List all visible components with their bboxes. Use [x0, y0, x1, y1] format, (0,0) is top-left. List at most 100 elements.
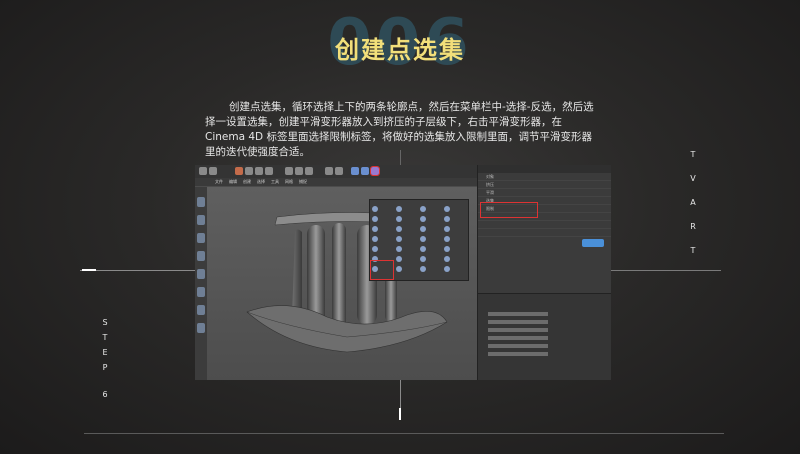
label-letter: V [690, 174, 696, 183]
dropdown-item[interactable] [396, 234, 420, 243]
dropdown-item[interactable] [444, 234, 468, 243]
dropdown-item[interactable] [420, 224, 444, 233]
menu-item[interactable]: 工具 [271, 179, 279, 185]
dropdown-item[interactable] [396, 204, 420, 213]
dropdown-item[interactable] [372, 224, 396, 233]
y-axis-icon[interactable] [295, 167, 303, 175]
dropdown-item[interactable] [372, 214, 396, 223]
pen-icon[interactable] [361, 167, 369, 175]
dropdown-item[interactable] [420, 264, 444, 273]
object-row[interactable] [478, 229, 611, 237]
selection-highlight [370, 260, 394, 280]
tool-icon[interactable] [197, 269, 205, 279]
value-slider[interactable] [488, 320, 548, 324]
divider-line [84, 433, 724, 434]
select-icon[interactable] [235, 167, 243, 175]
cube-icon[interactable] [351, 167, 359, 175]
attr-row[interactable] [478, 326, 611, 334]
dropdown-item[interactable] [444, 264, 468, 273]
dropdown-item[interactable] [372, 234, 396, 243]
menu-item[interactable]: 创建 [243, 179, 251, 185]
description: 创建点选集，循环选择上下的两条轮廓点，然后在菜单栏中-选择-反选，然后选 择一设… [205, 100, 600, 160]
dropdown-item[interactable] [372, 204, 396, 213]
z-axis-icon[interactable] [305, 167, 313, 175]
redo-icon[interactable] [209, 167, 217, 175]
menu-item[interactable]: 编辑 [229, 179, 237, 185]
object-row[interactable]: 对象 [478, 173, 611, 181]
dropdown-item[interactable] [396, 224, 420, 233]
deformer-icon [420, 255, 426, 262]
description-line: 择一设置选集，创建平滑变形器放入到挤压的子层级下，右击平滑变形器，在 [205, 116, 562, 128]
attr-row[interactable] [478, 350, 611, 358]
dropdown-item[interactable] [420, 244, 444, 253]
scale-icon[interactable] [255, 167, 263, 175]
dropdown-item[interactable] [396, 254, 420, 263]
tool-icon[interactable] [197, 233, 205, 243]
deformer-icon [372, 205, 378, 212]
value-slider[interactable] [488, 344, 548, 348]
dropdown-item[interactable] [444, 224, 468, 233]
object-row[interactable]: 平滑 [478, 189, 611, 197]
right-vertical-label: T V A R T [688, 150, 698, 255]
menu-bar: 文件 编辑 创建 选择 工具 网格 捕捉 [195, 178, 477, 186]
menu-item[interactable]: 网格 [285, 179, 293, 185]
deformer-icon [396, 215, 402, 222]
dropdown-item[interactable] [420, 214, 444, 223]
divider-accent [82, 269, 96, 271]
3d-viewport[interactable] [207, 187, 477, 380]
x-axis-icon[interactable] [285, 167, 293, 175]
value-slider[interactable] [488, 352, 548, 356]
attr-row[interactable] [478, 310, 611, 318]
dropdown-item[interactable] [420, 204, 444, 213]
description-line: 创建点选集，循环选择上下的两条轮廓点，然后在菜单栏中-选择-反选，然后选 [229, 101, 594, 113]
deformer-icon [372, 215, 378, 222]
deformer-icon [420, 265, 426, 272]
deformer-icon [372, 245, 378, 252]
undo-icon[interactable] [199, 167, 207, 175]
left-toolbar [195, 187, 207, 380]
label-letter: A [690, 198, 696, 207]
deformer-icon[interactable] [370, 166, 380, 176]
attr-row[interactable] [478, 318, 611, 326]
attr-row[interactable] [478, 334, 611, 342]
value-slider[interactable] [488, 312, 548, 316]
attribute-manager [478, 293, 611, 380]
menu-item[interactable]: 文件 [215, 179, 223, 185]
tooltip-button[interactable] [582, 239, 604, 247]
value-slider[interactable] [488, 328, 548, 332]
render-settings-icon[interactable] [335, 167, 343, 175]
object-row[interactable]: 挤压 [478, 181, 611, 189]
menu-item[interactable]: 选择 [257, 179, 265, 185]
tool-icon[interactable] [197, 251, 205, 261]
dropdown-item[interactable] [444, 244, 468, 253]
value-slider[interactable] [488, 336, 548, 340]
attr-row[interactable] [478, 342, 611, 350]
dropdown-item[interactable] [420, 234, 444, 243]
dropdown-item[interactable] [444, 254, 468, 263]
tool-icon[interactable] [197, 197, 205, 207]
deformer-icon [396, 265, 402, 272]
deformer-icon [444, 205, 450, 212]
tool-icon[interactable] [197, 215, 205, 225]
description-line: 里的迭代使强度合适。 [205, 146, 310, 158]
left-vertical-label: S T E P 6 [100, 318, 110, 399]
rotate-icon[interactable] [265, 167, 273, 175]
tool-icon[interactable] [197, 305, 205, 315]
dropdown-item[interactable] [444, 214, 468, 223]
object-row[interactable] [478, 221, 611, 229]
tool-icon[interactable] [197, 323, 205, 333]
dropdown-item[interactable] [372, 244, 396, 253]
deformer-icon [444, 265, 450, 272]
render-icon[interactable] [325, 167, 333, 175]
dropdown-item[interactable] [396, 244, 420, 253]
deformer-icon [444, 215, 450, 222]
tool-icon[interactable] [197, 287, 205, 297]
object-manager-panel: 对象 挤压 平滑 选集 限制 [477, 165, 611, 380]
dropdown-item[interactable] [396, 264, 420, 273]
move-icon[interactable] [245, 167, 253, 175]
dropdown-item[interactable] [420, 254, 444, 263]
dropdown-item[interactable] [396, 214, 420, 223]
deformer-dropdown-menu [369, 199, 469, 281]
dropdown-item[interactable] [444, 204, 468, 213]
menu-item[interactable]: 捕捉 [299, 179, 307, 185]
